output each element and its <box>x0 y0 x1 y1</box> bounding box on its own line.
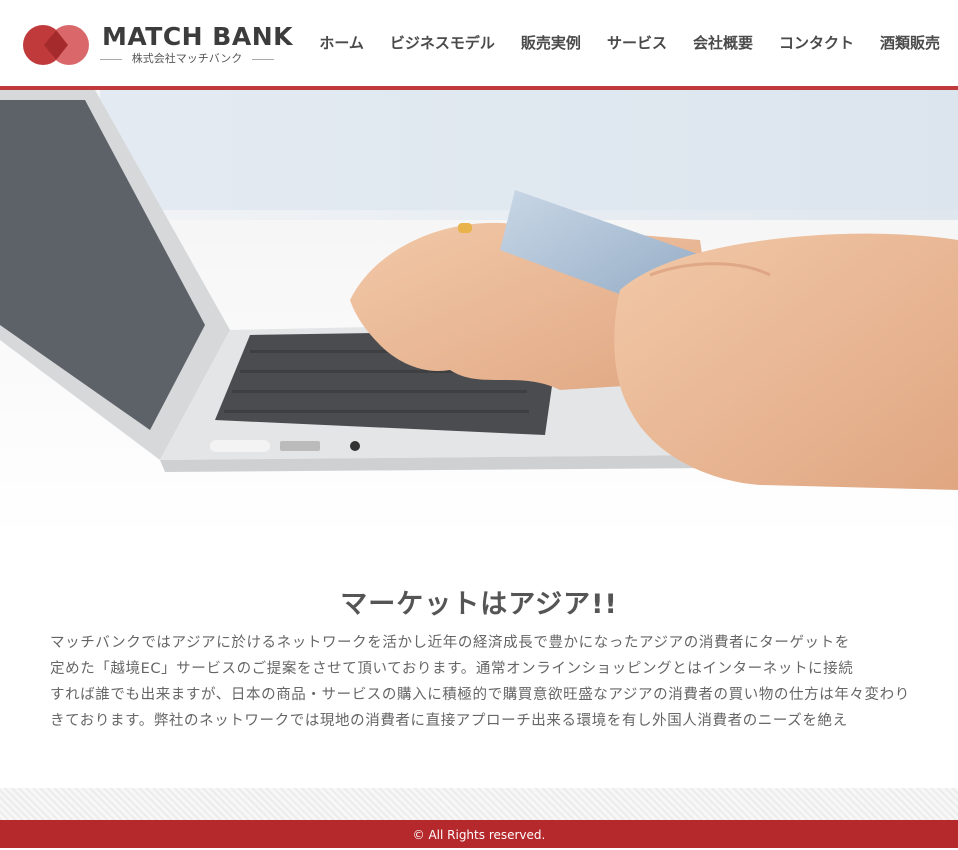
footer-pattern-band <box>0 788 958 820</box>
nav-item-business-model[interactable]: ビジネスモデル <box>364 32 495 53</box>
copyright-text: © All Rights reserved. <box>412 828 546 842</box>
hero-image <box>0 90 958 540</box>
nav-item-contact[interactable]: コンタクト <box>753 32 854 53</box>
nav-item-home[interactable]: ホーム <box>293 32 364 53</box>
nav-item-services[interactable]: サービス <box>581 32 667 53</box>
nav-item-liquor-sales[interactable]: 酒類販売 <box>854 32 940 53</box>
logo[interactable]: MATCH BANK 株式会社マッチバンク <box>22 22 293 66</box>
site-header: MATCH BANK 株式会社マッチバンク ホーム ビジネスモデル 販売実例 サ… <box>0 0 958 86</box>
section-paragraph-line: マッチバンクではアジアに於けるネットワークを活かし近年の経済成長で豊かになったア… <box>50 635 850 651</box>
nav-item-sales-examples[interactable]: 販売実例 <box>495 32 581 53</box>
brand-subtitle: 株式会社マッチバンク <box>100 52 274 66</box>
brand-name: MATCH BANK <box>102 22 294 51</box>
laptop-shopping-illustration <box>0 90 958 540</box>
section-title: マーケットはアジア!! <box>340 589 618 620</box>
section-paragraph-line: きております。弊社のネットワークでは現地の消費者に直接アプローチ出来る環境を有し… <box>50 713 848 729</box>
section-paragraph-line: 定めた「越境EC」サービスのご提案をさせて頂いております。通常オンラインショッピ… <box>50 661 854 677</box>
nav-item-company[interactable]: 会社概要 <box>667 32 753 53</box>
logo-icon <box>23 25 89 65</box>
market-section: マーケットはアジア!! マッチバンクではアジアに於けるネットワークを活かし近年の… <box>0 540 958 788</box>
section-paragraph-line: すれば誰でも出来ますが、日本の商品・サービスの購入に積極的で購買意欲旺盛なアジア… <box>50 687 910 703</box>
main-nav: ホーム ビジネスモデル 販売実例 サービス 会社概要 コンタクト 酒類販売 <box>293 32 940 53</box>
site-footer: © All Rights reserved. <box>0 820 958 848</box>
section-body: マッチバンクではアジアに於けるネットワークを活かし近年の経済成長で豊かになったア… <box>50 630 910 730</box>
